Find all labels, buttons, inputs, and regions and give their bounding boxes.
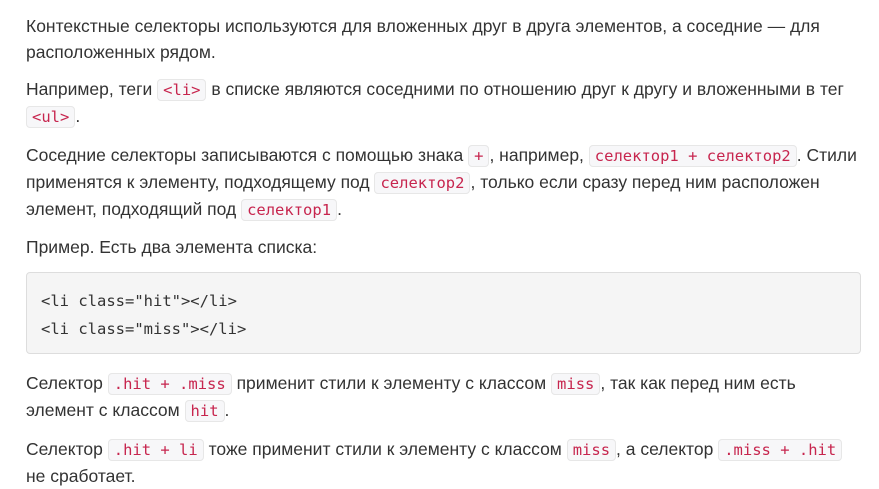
code-block: <li class="hit"></li> <li class="miss"></… [26, 272, 861, 354]
inline-code-miss: miss [566, 439, 617, 461]
inline-code-plus: + [468, 145, 490, 167]
inline-code-selector1: селектор1 [241, 199, 338, 221]
paragraph-text: применит стили к элементу с классом [231, 373, 552, 393]
paragraph-text: Селектор [26, 439, 108, 459]
paragraph-example-tags: Например, теги <li> в списке являются со… [26, 76, 866, 130]
paragraph-text: Контекстные селекторы используются для в… [26, 16, 820, 62]
paragraph-text: Селектор [26, 373, 108, 393]
paragraph-hit-miss: Селектор .hit + .miss применит стили к э… [26, 370, 866, 424]
paragraph-text: . [337, 199, 342, 219]
code-line-2: <li class="miss"></li> [41, 320, 247, 338]
paragraph-text: тоже применит стили к элементу с классом [203, 439, 567, 459]
paragraph-example-intro: Пример. Есть два элемента списка: [26, 234, 866, 260]
inline-code-ul: <ul> [26, 106, 76, 128]
paragraph-text: , а селектор [616, 439, 719, 459]
inline-code-hit: hit [184, 400, 225, 422]
paragraph-text: , например, [489, 145, 589, 165]
inline-code-hit-plus-miss: .hit + .miss [107, 373, 232, 395]
paragraph-intro: Контекстные селекторы используются для в… [26, 13, 866, 65]
paragraph-text: . [75, 106, 81, 126]
inline-code-selector-pair: селектор1 + селектор2 [588, 145, 797, 167]
paragraph-text: не сработает. [26, 466, 136, 486]
inline-code-li: <li> [157, 79, 207, 101]
inline-code-miss-plus-hit: .miss + .hit [718, 439, 843, 461]
code-line-1: <li class="hit"></li> [41, 292, 237, 310]
paragraph-text: в списке являются соседними по отношению… [206, 79, 844, 99]
paragraph-text: . [224, 400, 230, 420]
paragraph-text: Соседние селекторы записываются с помощь… [26, 145, 469, 165]
inline-code-hit-plus-li: .hit + li [107, 439, 204, 461]
inline-code-miss: miss [551, 373, 601, 395]
inline-code-selector2: селектор2 [374, 172, 471, 194]
paragraph-hit-li: Селектор .hit + li тоже применит стили к… [26, 436, 866, 489]
paragraph-text: Например, теги [26, 79, 158, 99]
paragraph-adjacent-selectors: Соседние селекторы записываются с помощь… [26, 142, 866, 223]
paragraph-text: Пример. Есть два элемента списка: [26, 237, 318, 257]
